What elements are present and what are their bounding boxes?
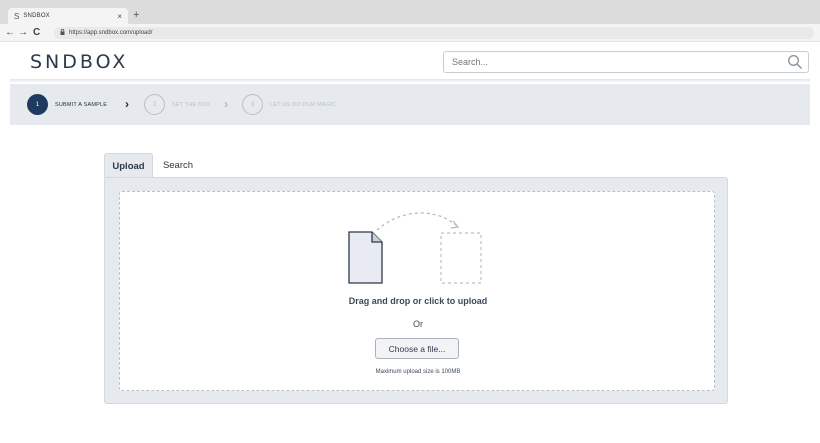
address-bar: ← → C https://app.sndbox.com/upload/ xyxy=(0,24,820,42)
lock-icon xyxy=(60,28,65,37)
browser-window: S SNDBOX × + ← → C https://app.sndbox.co… xyxy=(0,0,820,443)
close-tab-icon[interactable]: × xyxy=(117,12,122,21)
step-3: 3 LET US DO OUR MAGIC xyxy=(242,94,336,115)
tab-strip: S SNDBOX × + xyxy=(0,0,820,24)
app-header: SNDBOX xyxy=(10,45,810,79)
step-1: 1 SUBMIT A SAMPLE xyxy=(27,94,107,115)
or-separator: Or xyxy=(413,319,423,329)
upload-illustration xyxy=(348,212,482,284)
search-input[interactable] xyxy=(443,51,809,73)
step-2-number: 2 xyxy=(144,94,165,115)
chevron-right-icon: › xyxy=(224,97,228,111)
choose-file-button[interactable]: Choose a file... xyxy=(375,338,459,359)
max-upload-size: Maximum upload size is 100MB xyxy=(375,369,461,375)
new-tab-button[interactable]: + xyxy=(133,9,139,21)
header-divider xyxy=(10,79,810,83)
upload-panel: Drag and drop or click to upload Or Choo… xyxy=(104,177,728,404)
drop-zone[interactable]: Drag and drop or click to upload Or Choo… xyxy=(119,191,715,391)
sndbox-logo[interactable]: SNDBOX xyxy=(30,51,128,73)
step-2-label: SET THE BOX xyxy=(172,101,211,108)
browser-tab[interactable]: S SNDBOX × xyxy=(8,8,128,24)
dashed-target-icon xyxy=(440,232,482,284)
tab-search[interactable]: Search xyxy=(156,153,200,178)
steps-bar: 1 SUBMIT A SAMPLE › 2 SET THE BOX › 3 LE… xyxy=(10,84,810,125)
forward-arrow-icon[interactable]: → xyxy=(18,27,28,39)
search-icon[interactable] xyxy=(787,54,803,70)
step-1-number: 1 xyxy=(27,94,48,115)
url-text: https://app.sndbox.com/upload/ xyxy=(69,30,153,36)
file-icon xyxy=(348,231,383,284)
url-field[interactable]: https://app.sndbox.com/upload/ xyxy=(54,27,814,39)
back-arrow-icon[interactable]: ← xyxy=(5,27,15,39)
step-3-number: 3 xyxy=(242,94,263,115)
favicon-icon: S xyxy=(14,11,20,21)
step-1-label: SUBMIT A SAMPLE xyxy=(55,101,108,108)
chevron-right-icon: › xyxy=(125,97,129,111)
drop-instruction: Drag and drop or click to upload xyxy=(348,296,488,306)
tab-upload[interactable]: Upload xyxy=(104,153,153,178)
reload-icon[interactable]: C xyxy=(33,27,40,39)
tab-title: SNDBOX xyxy=(23,13,50,19)
step-3-label: LET US DO OUR MAGIC xyxy=(270,101,337,108)
step-2: 2 SET THE BOX xyxy=(144,94,210,115)
